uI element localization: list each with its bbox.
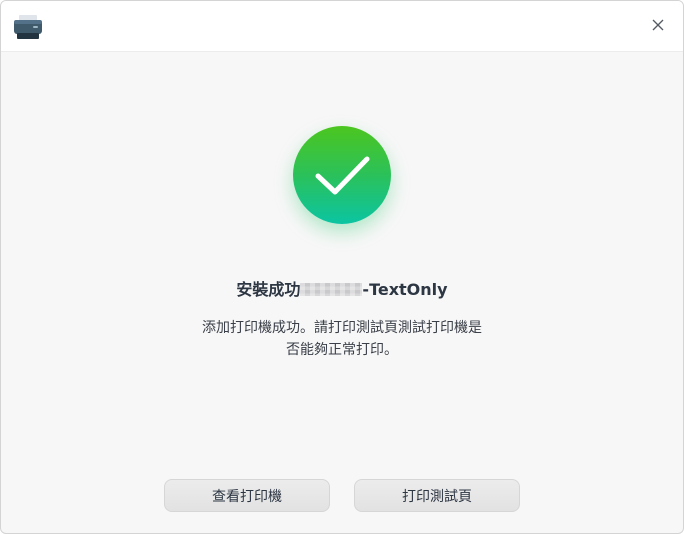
redacted-printer-name bbox=[300, 283, 363, 296]
message-line-2: 否能夠正常打印。 bbox=[286, 342, 398, 358]
title-prefix: 安裝成功 bbox=[236, 280, 301, 299]
status-message: 添加打印機成功。請打印測試頁測試打印機是 否能夠正常打印。 bbox=[192, 317, 492, 361]
close-button[interactable] bbox=[645, 13, 671, 39]
view-printer-button[interactable]: 查看打印機 bbox=[164, 479, 330, 512]
title-bar bbox=[1, 1, 683, 52]
printer-icon bbox=[13, 14, 43, 40]
message-line-1: 添加打印機成功。請打印測試頁測試打印機是 bbox=[202, 320, 482, 336]
title-suffix: -TextOnly bbox=[362, 280, 448, 299]
close-icon bbox=[651, 17, 665, 36]
install-success-dialog: 安裝成功 -TextOnly 添加打印機成功。請打印測試頁測試打印機是 否能夠正常… bbox=[0, 0, 684, 534]
print-test-page-button[interactable]: 打印測試頁 bbox=[354, 479, 520, 512]
success-indicator bbox=[293, 126, 391, 224]
dialog-title: 安裝成功 -TextOnly bbox=[1, 279, 683, 301]
